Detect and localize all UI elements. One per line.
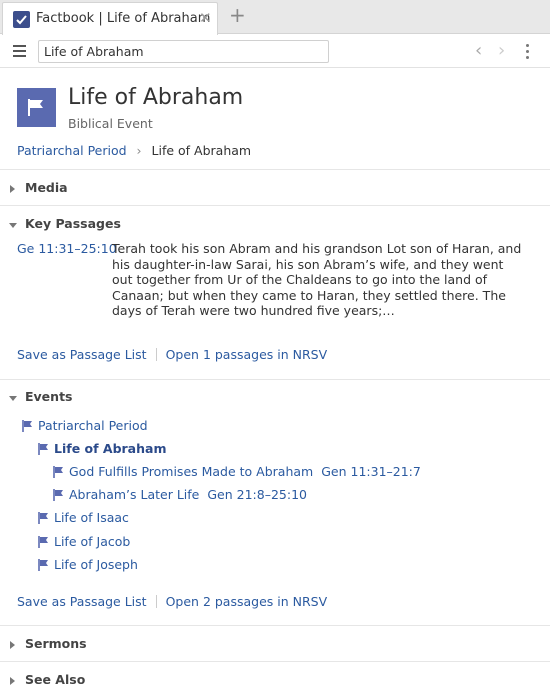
event-label: Life of Jacob (54, 534, 131, 549)
tab-factbook[interactable]: Factbook | Life of Abraham ✕ (2, 2, 218, 35)
search-input[interactable] (38, 40, 329, 63)
section-title: Sermons (25, 636, 87, 651)
breadcrumb: Patriarchal Period › Life of Abraham (17, 143, 251, 158)
event-label: Abraham’s Later Life (69, 487, 200, 502)
event-label: Life of Joseph (54, 557, 138, 572)
flag-icon (22, 420, 32, 432)
caret-right-icon (10, 185, 15, 193)
passage-text: Terah took his son Abram and his grandso… (112, 241, 522, 318)
event-reference[interactable]: Gen 11:31–21:7 (321, 464, 421, 479)
flag-icon (38, 443, 48, 455)
event-label: God Fulfills Promises Made to Abraham (69, 464, 314, 479)
events-actions: Save as Passage List Open 2 passages in N… (17, 594, 327, 609)
passage-reference-link[interactable]: Ge 11:31–25:10 (17, 241, 117, 256)
section-title: See Also (25, 672, 86, 687)
section-events[interactable]: Events (0, 388, 550, 410)
toolbar: ‹ › (0, 35, 550, 68)
divider (0, 169, 550, 170)
caret-down-icon (9, 396, 17, 401)
flag-icon (38, 536, 48, 548)
page-title: Life of Abraham (68, 85, 244, 110)
flag-icon (53, 466, 63, 478)
caret-right-icon (10, 641, 15, 649)
flag-icon (38, 512, 48, 524)
divider (0, 625, 550, 626)
separator (155, 595, 157, 608)
section-sermons[interactable]: Sermons (0, 635, 550, 657)
tab-title: Factbook | Life of Abraham (36, 11, 211, 26)
section-title: Media (25, 180, 68, 195)
open-passages-button[interactable]: Open 2 passages in NRSV (166, 594, 328, 609)
forward-button[interactable]: › (498, 40, 505, 61)
caret-right-icon (10, 677, 15, 685)
open-passages-button[interactable]: Open 1 passages in NRSV (166, 347, 328, 362)
divider (0, 379, 550, 380)
section-title: Events (25, 389, 73, 404)
flag-icon (38, 559, 48, 571)
event-label: Patriarchal Period (38, 418, 148, 433)
add-tab-button[interactable]: + (229, 4, 246, 26)
close-icon[interactable]: ✕ (199, 9, 212, 27)
flag-icon (53, 489, 63, 501)
caret-down-icon (9, 223, 17, 228)
checkbox-icon (13, 11, 30, 28)
section-key-passages[interactable]: Key Passages (0, 215, 550, 237)
divider (0, 661, 550, 662)
event-label: Life of Abraham (54, 441, 167, 456)
entity-type: Biblical Event (68, 116, 153, 131)
breadcrumb-separator: › (136, 143, 142, 158)
breadcrumb-current: Life of Abraham (151, 143, 252, 158)
divider (0, 205, 550, 206)
kebab-icon[interactable] (526, 44, 530, 60)
section-media[interactable]: Media (0, 179, 550, 201)
back-button[interactable]: ‹ (475, 40, 482, 61)
section-see-also[interactable]: See Also (0, 671, 550, 693)
hamburger-icon[interactable] (13, 45, 26, 57)
tab-strip: Factbook | Life of Abraham ✕ + (0, 0, 550, 35)
section-title: Key Passages (25, 216, 121, 231)
key-passages-actions: Save as Passage List Open 1 passages in N… (17, 347, 327, 362)
event-reference[interactable]: Gen 21:8–25:10 (207, 487, 307, 502)
flag-icon (17, 88, 56, 127)
event-label: Life of Isaac (54, 510, 129, 525)
save-passage-list-button[interactable]: Save as Passage List (17, 594, 147, 609)
separator (155, 348, 157, 361)
save-passage-list-button[interactable]: Save as Passage List (17, 347, 147, 362)
breadcrumb-link-patriarchal-period[interactable]: Patriarchal Period (17, 143, 127, 158)
